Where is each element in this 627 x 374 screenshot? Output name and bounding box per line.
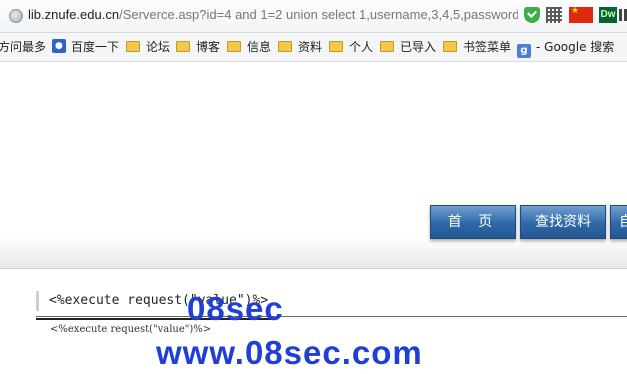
folder-icon	[329, 41, 343, 52]
bookmark-folder-blog[interactable]: 博客	[176, 38, 220, 56]
divider	[36, 316, 627, 317]
bookmark-folder-data[interactable]: 资料	[278, 38, 322, 56]
globe-icon	[9, 9, 23, 23]
google-icon: g	[517, 44, 531, 58]
folder-icon	[227, 41, 241, 52]
baidu-paw-icon	[52, 37, 66, 55]
bookmark-label: 百度一下	[71, 40, 120, 54]
bookmark-folder-menu[interactable]: 书签菜单	[443, 38, 511, 56]
watermark-logo: 08sec	[187, 290, 284, 327]
bookmark-baidu[interactable]: 百度一下	[52, 37, 120, 56]
bookmark-label: 个人	[349, 40, 374, 54]
bookmark-most-visited[interactable]: 方问最多	[0, 38, 46, 56]
bookmark-label: 博客	[196, 40, 221, 54]
url-text[interactable]: lib.znufe.edu.cn/Serverce.asp?id=4 and 1…	[28, 7, 518, 22]
folder-icon	[443, 41, 457, 52]
bookmark-label: 论坛	[146, 40, 171, 54]
bookmark-folder-imported[interactable]: 已导入	[380, 38, 436, 56]
bookmark-label: 已导入	[400, 40, 437, 54]
bookmark-label: 信息	[247, 40, 272, 54]
watermark-url: www.08sec.com	[156, 334, 423, 371]
bookmark-folder-personal[interactable]: 个人	[329, 38, 373, 56]
bookmark-folder-info[interactable]: 信息	[227, 38, 271, 56]
folder-icon	[278, 41, 292, 52]
folder-icon	[380, 41, 394, 52]
address-bar[interactable]: lib.znufe.edu.cn/Serverce.asp?id=4 and 1…	[0, 0, 627, 33]
bookmark-label: 书签菜单	[463, 40, 512, 54]
folder-icon	[176, 41, 190, 52]
qr-code-icon[interactable]	[546, 7, 562, 23]
nav-search-button[interactable]: 查找资料	[520, 205, 606, 239]
bookmark-label: - Google 搜索	[536, 40, 615, 54]
nav-home-button[interactable]: 首 页	[430, 205, 516, 239]
shield-check-icon[interactable]	[524, 7, 540, 23]
nav-third-button[interactable]: 自	[610, 205, 627, 239]
folder-icon	[126, 41, 140, 52]
pause-icon[interactable]	[619, 9, 627, 21]
url-host: lib.znufe.edu.cn	[28, 7, 120, 22]
url-path: /Serverce.asp?id=4 and 1=2 union select …	[119, 7, 518, 22]
bookmark-folder-forum[interactable]: 论坛	[126, 38, 170, 56]
china-flag-icon[interactable]	[569, 6, 593, 23]
bookmark-label: 资料	[298, 40, 323, 54]
bookmark-label: 方问最多	[0, 40, 47, 54]
bookmark-google-search[interactable]: g - Google 搜索	[517, 38, 615, 58]
dreamweaver-icon[interactable]: Dw	[599, 7, 617, 23]
bookmarks-bar: 方问最多 百度一下 论坛 博客 信息 资料 个人 已导入 书签菜单 g - Goo…	[0, 33, 627, 62]
